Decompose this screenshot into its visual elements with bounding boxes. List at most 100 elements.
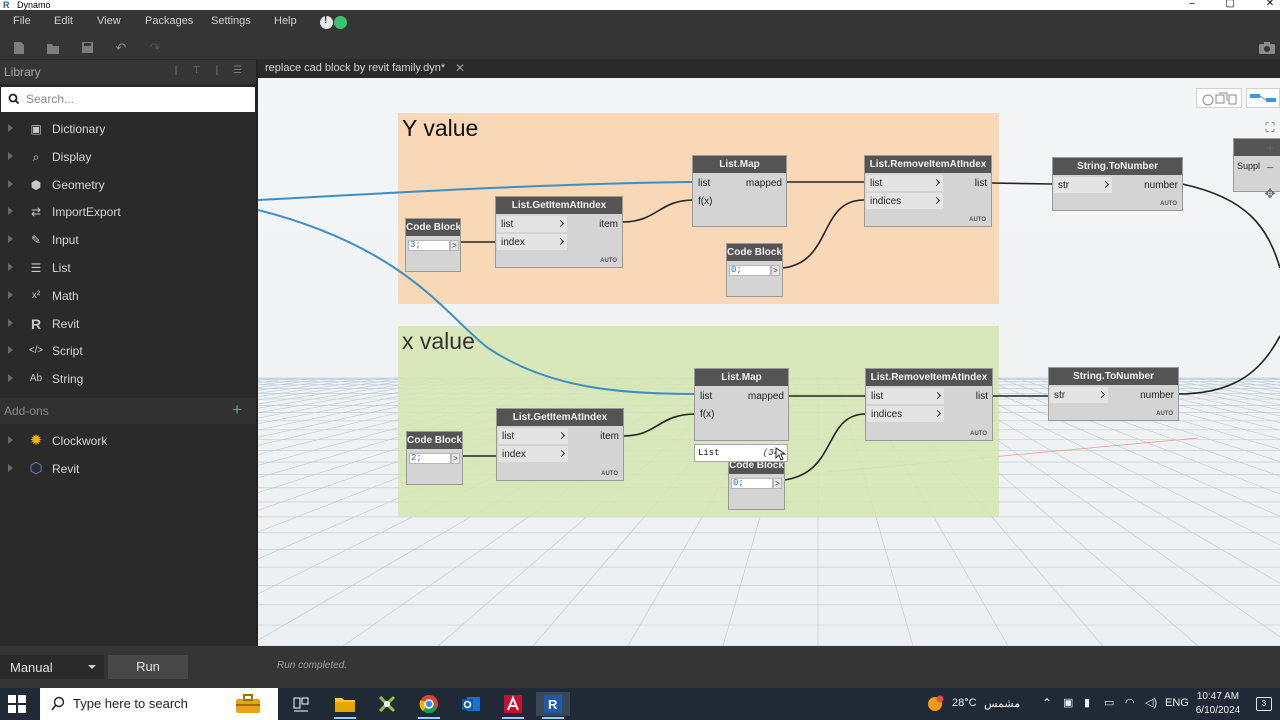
revit-icon[interactable]: R <box>536 692 570 719</box>
camera-icon[interactable] <box>1258 41 1276 55</box>
output-port-mapped[interactable]: mapped <box>746 178 782 189</box>
input-language[interactable]: ENG <box>1165 697 1189 720</box>
output-port-item[interactable]: item <box>599 219 618 230</box>
expand-arrow-icon[interactable] <box>8 436 13 444</box>
undo-icon[interactable]: ↶ <box>114 41 128 55</box>
list-map-node[interactable]: List.Map list f(x) mapped <box>694 368 789 441</box>
list-removeitematindex-node[interactable]: List.RemoveItemAtIndex list indices list… <box>865 368 993 441</box>
wifi-icon[interactable]: ◠ <box>1125 696 1135 720</box>
input-port-list[interactable]: list <box>870 178 882 189</box>
addon-item-clockwork[interactable]: ✹ Clockwork <box>0 428 256 455</box>
code-block-node[interactable]: Code Block 0; > <box>728 456 785 510</box>
input-port-list[interactable]: list <box>698 178 710 189</box>
input-port-list[interactable]: list <box>501 219 513 230</box>
zoom-in-icon[interactable]: + <box>1262 140 1278 156</box>
notification-center-icon[interactable]: 3 <box>1256 697 1272 711</box>
autocad-icon[interactable] <box>496 692 530 719</box>
input-port-index[interactable]: index <box>501 237 525 248</box>
data-preview-popup[interactable]: List (34 <box>694 444 788 462</box>
string-tonumber-node[interactable]: String.ToNumber str number AUTO <box>1048 367 1179 421</box>
library-item-input[interactable]: ✎ Input <box>0 227 256 254</box>
input-port-list[interactable]: list <box>700 391 712 402</box>
addon-item-revit[interactable]: ⬡ Revit <box>0 456 256 483</box>
output-port-number[interactable]: number <box>1144 180 1178 191</box>
search-input[interactable] <box>26 90 246 108</box>
output-port-list[interactable]: list <box>975 178 987 189</box>
library-item-display[interactable]: ⌕ Display <box>0 144 256 171</box>
list-getitematindex-node[interactable]: List.GetItemAtIndex list index item AUTO <box>496 408 624 481</box>
save-icon[interactable] <box>80 41 94 55</box>
redo-icon[interactable]: ↷ <box>148 41 162 55</box>
output-port[interactable]: > <box>773 478 782 489</box>
input-port-str[interactable]: str <box>1054 390 1065 401</box>
outlook-icon[interactable] <box>454 692 488 716</box>
library-item-revit[interactable]: R Revit <box>0 311 256 338</box>
network-devices-icon[interactable]: ▣ <box>1063 696 1073 720</box>
list-removeitematindex-node[interactable]: List.RemoveItemAtIndex list indices list… <box>864 155 992 227</box>
library-filter-icon[interactable]: | ⊤ | ☰ <box>175 65 248 76</box>
expand-arrow-icon[interactable] <box>8 318 13 327</box>
menu-help[interactable]: Help <box>274 15 297 27</box>
system-clock[interactable]: 10:47 AM 6/10/2024 <box>1192 690 1244 718</box>
expand-arrow-icon[interactable] <box>8 346 13 355</box>
menu-edit[interactable]: Edit <box>54 15 73 27</box>
expand-arrow-icon[interactable] <box>8 464 13 472</box>
graph-canvas[interactable]: Y value x value Code Block 3; > List.Get… <box>258 78 1280 646</box>
expand-arrow-icon[interactable] <box>8 207 13 216</box>
weather-icon[interactable] <box>926 695 944 720</box>
output-port-number[interactable]: number <box>1140 390 1174 401</box>
pan-icon[interactable]: ✥ <box>1262 186 1278 202</box>
output-port-mapped[interactable]: mapped <box>748 391 784 402</box>
library-item-math[interactable]: x² Math <box>0 283 256 310</box>
expand-arrow-icon[interactable] <box>8 179 13 188</box>
notification-status-icon[interactable]: ! <box>320 15 348 30</box>
output-port[interactable]: > <box>450 240 459 251</box>
fit-view-icon[interactable]: ⛶ <box>1262 120 1278 136</box>
open-file-icon[interactable] <box>46 41 60 55</box>
output-port[interactable]: > <box>451 453 460 464</box>
input-port-index[interactable]: index <box>502 449 526 460</box>
library-item-dictionary[interactable]: ▣ Dictionary <box>0 116 256 143</box>
library-item-geometry[interactable]: ⬢ Geometry <box>0 172 256 199</box>
input-port-str[interactable]: str <box>1058 180 1069 191</box>
input-port-fx[interactable]: f(x) <box>700 409 714 420</box>
list-map-node[interactable]: List.Map list f(x) mapped <box>692 155 787 227</box>
code-input[interactable]: 0; <box>731 478 773 489</box>
task-view-icon[interactable] <box>284 692 318 716</box>
input-port-list[interactable]: list <box>871 391 883 402</box>
expand-arrow-icon[interactable] <box>8 374 13 383</box>
close-icon[interactable]: ✕ <box>1262 0 1278 9</box>
minimize-icon[interactable]: – <box>1184 0 1200 9</box>
code-input[interactable]: 0; <box>729 265 771 276</box>
output-port-list[interactable]: list <box>976 391 988 402</box>
library-item-importexport[interactable]: ⇄ ImportExport <box>0 199 256 226</box>
dynamo-app-icon[interactable] <box>370 692 404 716</box>
file-explorer-icon[interactable] <box>328 692 362 719</box>
expand-arrow-icon[interactable] <box>8 124 13 132</box>
expand-arrow-icon[interactable] <box>8 290 13 299</box>
chevron-up-icon[interactable]: ⌃ <box>1042 696 1052 720</box>
library-item-list[interactable]: ☰ List <box>0 255 256 282</box>
windows-start-icon[interactable] <box>8 695 26 713</box>
chrome-icon[interactable] <box>412 692 446 719</box>
volume-icon[interactable]: ◁) <box>1145 696 1157 720</box>
maximize-icon[interactable]: ▢ <box>1222 0 1238 9</box>
menu-file[interactable]: File <box>13 15 31 27</box>
code-input[interactable]: 2; <box>409 453 451 464</box>
output-port-item[interactable]: item <box>600 431 619 442</box>
new-file-icon[interactable] <box>12 41 26 55</box>
input-port-indices[interactable]: indices <box>870 196 901 207</box>
code-input[interactable]: 3; <box>408 240 450 251</box>
expand-arrow-icon[interactable] <box>8 235 13 244</box>
geometry-view-toggle[interactable] <box>1196 88 1242 108</box>
graph-view-toggle[interactable] <box>1246 88 1280 108</box>
taskbar-search[interactable]: Type here to search <box>40 688 278 720</box>
code-block-node[interactable]: Code Block 0; > <box>726 243 783 297</box>
zoom-out-icon[interactable]: − <box>1262 160 1278 176</box>
battery-icon[interactable]: ▭ <box>1104 696 1114 720</box>
run-button[interactable]: Run <box>108 655 188 679</box>
expand-arrow-icon[interactable] <box>8 151 13 160</box>
library-item-string[interactable]: Ab String <box>0 366 256 393</box>
code-block-node[interactable]: Code Block 2; > <box>406 431 463 485</box>
library-item-script[interactable]: </> Script <box>0 338 256 365</box>
